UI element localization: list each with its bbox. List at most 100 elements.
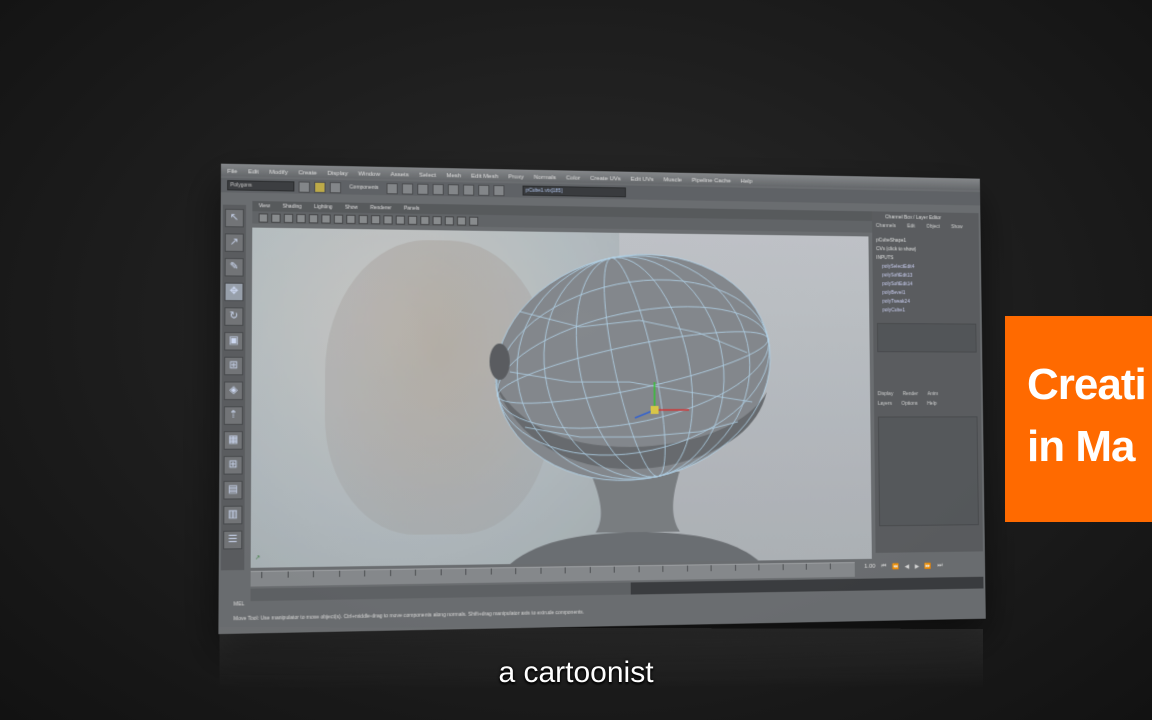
render-icon[interactable] xyxy=(478,184,490,196)
menu-set-select[interactable]: Polygons xyxy=(227,180,295,192)
last-tool-icon[interactable]: ⇡ xyxy=(223,406,243,425)
shadows-icon[interactable] xyxy=(444,215,454,225)
menu-display[interactable]: Display xyxy=(327,171,347,177)
move-tool-icon[interactable]: ✥ xyxy=(224,282,244,302)
snap-grid-icon[interactable] xyxy=(432,183,445,195)
go-to-end-icon[interactable]: ⏭ xyxy=(938,562,943,569)
menu-edit-mesh[interactable]: Edit Mesh xyxy=(471,174,498,181)
menu-create[interactable]: Create xyxy=(298,170,317,176)
time-tick xyxy=(261,571,263,579)
panel-menu-shading[interactable]: Shading xyxy=(283,204,302,210)
ipr-render-icon[interactable] xyxy=(493,184,505,196)
grid-icon[interactable] xyxy=(308,213,319,223)
camera-select-icon[interactable] xyxy=(258,212,269,223)
selection-name-field[interactable]: pCube1.vtx[185] xyxy=(522,185,627,198)
head-mesh[interactable] xyxy=(251,228,872,568)
smooth-shade-icon[interactable] xyxy=(395,214,405,225)
title-line-2: in Ma xyxy=(1027,422,1135,471)
image-plane-icon[interactable] xyxy=(296,213,306,223)
menu-select[interactable]: Select xyxy=(419,173,436,179)
open-scene-icon[interactable] xyxy=(314,181,326,193)
input-node[interactable]: polyCube1 xyxy=(877,306,976,315)
menu-normals[interactable]: Normals xyxy=(534,175,556,181)
menu-mesh[interactable]: Mesh xyxy=(446,173,461,179)
isolate-select-icon[interactable] xyxy=(456,215,467,226)
menu-edit[interactable]: Edit xyxy=(248,169,259,175)
safe-action-icon[interactable] xyxy=(371,214,381,224)
panel-menu-view[interactable]: View xyxy=(259,203,270,209)
panel-menu-renderer[interactable]: Renderer xyxy=(370,205,391,211)
wireframe-on-shaded-icon[interactable] xyxy=(408,215,418,225)
time-tick xyxy=(539,567,542,574)
layer-menu-options[interactable]: Options xyxy=(901,401,917,411)
time-tick xyxy=(589,566,591,574)
snap-curve-icon[interactable] xyxy=(448,183,460,195)
gate-mask-icon[interactable] xyxy=(346,214,356,224)
select-by-component-icon[interactable] xyxy=(417,183,429,195)
play-backward-icon[interactable]: ◀ xyxy=(905,563,909,570)
lights-icon[interactable] xyxy=(432,215,442,225)
save-scene-icon[interactable] xyxy=(329,181,342,193)
xray-icon[interactable] xyxy=(469,216,479,226)
lasso-tool-icon[interactable]: ↗ xyxy=(224,233,244,253)
layer-menu-help[interactable]: Help xyxy=(927,401,937,411)
menu-modify[interactable]: Modify xyxy=(269,170,288,176)
perspective-viewport[interactable]: ↗ xyxy=(250,227,872,568)
selection-mode-label[interactable]: Components xyxy=(349,184,378,191)
layer-tab-anim[interactable]: Anim xyxy=(927,391,938,401)
menu-file[interactable]: File xyxy=(227,169,237,175)
snap-point-icon[interactable] xyxy=(463,183,475,196)
panel-menu-lighting[interactable]: Lighting xyxy=(314,204,332,210)
menu-proxy[interactable]: Proxy xyxy=(508,174,523,180)
persp-outliner-layout-icon[interactable]: ▤ xyxy=(223,480,243,500)
select-by-hierarchy-icon[interactable] xyxy=(386,182,399,194)
menu-create-uvs[interactable]: Create UVs xyxy=(590,176,621,183)
wireframe-icon[interactable] xyxy=(383,214,393,225)
outliner-layout-icon[interactable]: ▥ xyxy=(223,505,243,525)
help-line: Move Tool: Use manipulator to move objec… xyxy=(233,609,585,623)
film-gate-icon[interactable] xyxy=(321,213,331,224)
camera-attributes-icon[interactable] xyxy=(271,213,281,223)
menu-help[interactable]: Help xyxy=(741,179,753,185)
panel-menu-panels[interactable]: Panels xyxy=(404,206,420,212)
channel-tab-edit[interactable]: Edit xyxy=(907,224,915,234)
bookmarks-icon[interactable] xyxy=(283,213,294,223)
layer-tab-display[interactable]: Display xyxy=(878,391,894,401)
menu-muscle[interactable]: Muscle xyxy=(663,177,682,183)
hypershade-layout-icon[interactable]: ☰ xyxy=(223,530,243,550)
step-forward-icon[interactable]: ⏩ xyxy=(925,562,932,569)
layer-list[interactable] xyxy=(877,416,979,527)
show-manipulator-icon[interactable]: ◈ xyxy=(223,381,244,401)
single-perspective-layout-icon[interactable]: ▦ xyxy=(223,431,243,450)
select-by-object-icon[interactable] xyxy=(402,182,414,195)
step-back-icon[interactable]: ⏪ xyxy=(892,563,899,570)
layer-tab-render[interactable]: Render xyxy=(903,391,919,401)
resolution-gate-icon[interactable] xyxy=(333,214,344,224)
go-to-start-icon[interactable]: ⏮ xyxy=(881,563,886,570)
layer-editor-tabs: Display Render Anim xyxy=(874,391,981,401)
menu-assets[interactable]: Assets xyxy=(390,172,408,178)
select-tool-icon[interactable]: ↖ xyxy=(224,208,244,228)
menu-color[interactable]: Color xyxy=(566,175,580,181)
layer-menu-layers[interactable]: Layers xyxy=(878,401,892,411)
current-frame-field[interactable]: 1.00 xyxy=(864,564,875,570)
four-view-layout-icon[interactable]: ⊞ xyxy=(223,455,243,475)
channel-tab-show[interactable]: Show xyxy=(951,224,963,234)
scale-tool-icon[interactable]: ▣ xyxy=(224,331,244,351)
panel-menu-show[interactable]: Show xyxy=(345,205,358,211)
rotate-tool-icon[interactable]: ↻ xyxy=(224,307,244,326)
channel-tab-channels[interactable]: Channels xyxy=(876,223,896,233)
channel-box-list: pCubeShape1 CVs (click to show) INPUTS p… xyxy=(872,233,980,320)
manipulator-icon[interactable]: ⊞ xyxy=(224,356,244,376)
channel-tab-object[interactable]: Object xyxy=(926,224,940,234)
menu-edit-uvs[interactable]: Edit UVs xyxy=(631,177,654,183)
menu-pipeline-cache[interactable]: Pipeline Cache xyxy=(692,178,731,185)
textured-icon[interactable] xyxy=(420,215,430,225)
new-scene-icon[interactable] xyxy=(298,180,311,193)
menu-window[interactable]: Window xyxy=(358,171,380,177)
field-chart-icon[interactable] xyxy=(358,214,368,224)
command-line-label[interactable]: MEL xyxy=(233,601,244,607)
paint-select-icon[interactable]: ✎ xyxy=(224,257,244,277)
time-tick xyxy=(414,569,416,576)
play-forward-icon[interactable]: ▶ xyxy=(915,563,919,570)
